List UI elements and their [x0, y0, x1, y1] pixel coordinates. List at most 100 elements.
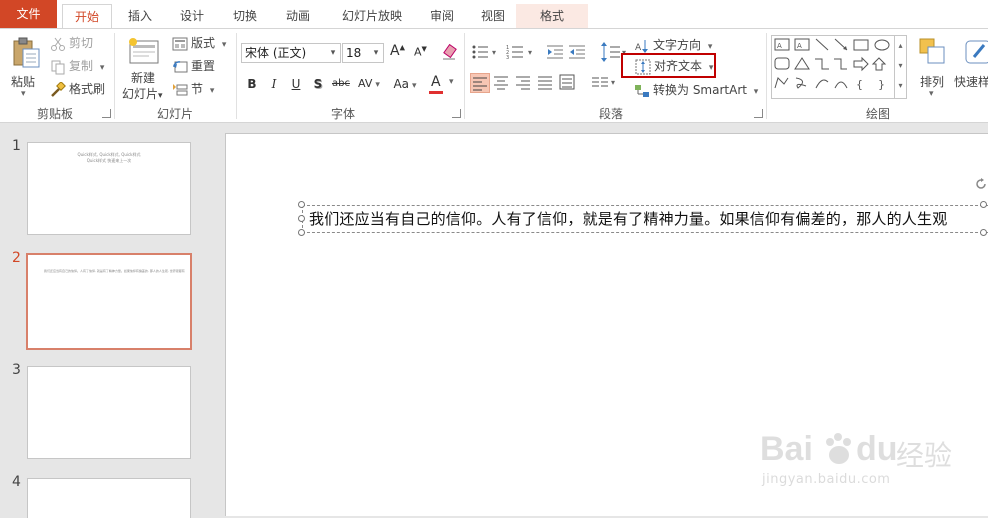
arrange-button[interactable]: 排列 ▾	[914, 35, 952, 101]
grow-font-button[interactable]: A▲	[390, 43, 405, 59]
character-spacing-button[interactable]: AV	[354, 73, 384, 95]
slide-thumbnail-pane[interactable]: 1 Quick样式, Quick样式, Quick样式 Quick样式 快速来上…	[0, 124, 214, 518]
distributed-icon	[559, 74, 575, 90]
font-size-combobox[interactable]: 18 ▾	[342, 43, 384, 63]
align-text-button[interactable]: 对齐文本	[635, 56, 713, 76]
align-center-button[interactable]	[492, 73, 512, 93]
numbering-button[interactable]: 1 2 3 ▾	[505, 42, 537, 62]
shapes-gallery-scroll[interactable]: ▴ ▾ ▾	[894, 36, 906, 98]
section-label: 节	[191, 82, 204, 96]
cut-button[interactable]: 剪切	[50, 33, 93, 53]
shrink-font-button[interactable]: A▼	[414, 45, 427, 59]
strikethrough-button[interactable]: abc	[330, 73, 352, 95]
clear-formatting-button[interactable]	[441, 43, 459, 61]
resize-handle[interactable]	[298, 229, 305, 236]
font-color-button[interactable]: A ▾	[427, 73, 461, 95]
text-direction-label: 文字方向	[653, 38, 702, 52]
layout-button[interactable]: 版式	[172, 33, 226, 53]
section-icon	[172, 82, 188, 98]
tab-slideshow[interactable]: 幻灯片放映	[333, 4, 411, 28]
distributed-button[interactable]	[558, 73, 578, 93]
tab-design[interactable]: 设计	[170, 4, 214, 28]
new-slide-button[interactable]: 新建 幻灯片▾	[120, 35, 168, 101]
scissors-icon	[50, 36, 66, 52]
svg-text:▾: ▾	[611, 78, 615, 87]
font-size-value: 18	[346, 46, 362, 60]
layout-label: 版式	[191, 36, 216, 50]
align-left-button[interactable]	[470, 73, 490, 93]
paste-icon	[13, 37, 40, 68]
reset-label: 重置	[191, 59, 216, 73]
align-text-icon	[635, 59, 651, 75]
tab-animations[interactable]: 动画	[276, 4, 320, 28]
align-right-button[interactable]	[514, 73, 534, 93]
font-name-value: 宋体 (正文)	[245, 46, 307, 60]
convert-smartart-label: 转换为 SmartArt	[653, 83, 747, 97]
copy-icon	[50, 59, 66, 75]
text-direction-icon: A	[634, 38, 650, 54]
slide-thumbnail-3[interactable]	[27, 366, 191, 459]
chevron-down-icon[interactable]: ▾	[369, 44, 383, 62]
tab-insert[interactable]: 插入	[118, 4, 162, 28]
font-launcher-icon[interactable]	[452, 109, 461, 118]
resize-handle[interactable]	[980, 201, 987, 208]
underline-button[interactable]: U	[286, 73, 306, 95]
rotate-icon	[976, 178, 986, 189]
tab-view[interactable]: 视图	[471, 4, 515, 28]
resize-handle[interactable]	[980, 229, 987, 236]
format-painter-button[interactable]: 格式刷	[50, 79, 105, 99]
layout-icon	[172, 36, 188, 52]
reset-button[interactable]: 重置	[172, 56, 215, 76]
decrease-indent-icon	[547, 45, 563, 59]
group-separator	[464, 33, 465, 119]
watermark-brand-2: du	[856, 430, 898, 468]
chevron-down-icon[interactable]: ▾	[449, 77, 454, 87]
slide-thumbnail-2[interactable]: 我们还应当有自己的信仰。人有了信仰, 就是有了精神力量。如果信仰有偏差的, 那人…	[26, 253, 192, 350]
slide-number: 4	[12, 474, 21, 490]
italic-button[interactable]: I	[264, 73, 284, 95]
slide-thumbnail-1[interactable]: Quick样式, Quick样式, Quick样式 Quick样式 快速来上一次	[27, 142, 191, 235]
svg-text:▾: ▾	[492, 48, 496, 57]
tab-home[interactable]: 开始	[62, 4, 112, 29]
decrease-indent-button[interactable]	[545, 42, 565, 62]
group-separator	[114, 33, 115, 119]
tab-transitions[interactable]: 切换	[223, 4, 267, 28]
paste-button[interactable]: 粘贴 ▾	[8, 35, 44, 101]
tab-format[interactable]: 格式	[516, 4, 588, 28]
copy-label: 复制	[69, 59, 94, 73]
paw-icon	[822, 432, 856, 466]
shapes-gallery[interactable]: A A { } ▴ ▾ ▾	[771, 35, 907, 99]
shadow-button[interactable]: S	[308, 73, 328, 95]
slide-thumbnail-4[interactable]	[27, 478, 191, 518]
change-case-button[interactable]: Aa	[388, 73, 422, 95]
tab-review[interactable]: 审阅	[420, 4, 464, 28]
font-color-label: A	[431, 74, 441, 90]
ribbon-tab-bar: 文件 开始 插入 设计 切换 动画 幻灯片放映 审阅 视图 格式	[0, 0, 988, 29]
shapes-icon: A A { }	[774, 38, 890, 91]
paragraph-launcher-icon[interactable]	[754, 109, 763, 118]
watermark-brand-cn: 经验	[896, 439, 953, 472]
rotate-handle[interactable]	[975, 178, 987, 190]
smartart-icon	[634, 83, 650, 99]
quick-styles-button[interactable]: 快速样	[954, 35, 988, 101]
bold-button[interactable]: B	[242, 73, 262, 95]
copy-button[interactable]: 复制	[50, 56, 104, 76]
chevron-down-icon[interactable]: ▾	[326, 44, 340, 62]
ribbon: 粘贴 ▾ 剪切 复制 格式刷 剪贴板 新建 幻灯片▾ 版式 重置 节 幻灯片	[0, 28, 988, 123]
font-name-combobox[interactable]: 宋体 (正文) ▾	[241, 43, 341, 63]
bullets-button[interactable]: ▾	[470, 42, 500, 62]
text-direction-button[interactable]: A 文字方向	[634, 35, 712, 55]
convert-smartart-button[interactable]: 转换为 SmartArt	[634, 80, 758, 100]
resize-handle[interactable]	[298, 201, 305, 208]
resize-handle[interactable]	[298, 215, 305, 222]
section-button[interactable]: 节	[172, 79, 214, 99]
slide-body-text[interactable]: 我们还应当有自己的信仰。人有了信仰，就是有了精神力量。如果信仰有偏差的，那人的人…	[309, 208, 947, 229]
chevron-down-icon: ▾	[21, 89, 26, 99]
increase-indent-button[interactable]	[567, 42, 587, 62]
slides-group-label: 幻灯片	[156, 107, 193, 121]
justify-button[interactable]	[536, 73, 556, 93]
columns-button[interactable]: ▾	[590, 73, 618, 93]
clipboard-launcher-icon[interactable]	[102, 109, 111, 118]
svg-text:▾: ▾	[528, 48, 532, 57]
tab-file[interactable]: 文件	[0, 0, 57, 28]
